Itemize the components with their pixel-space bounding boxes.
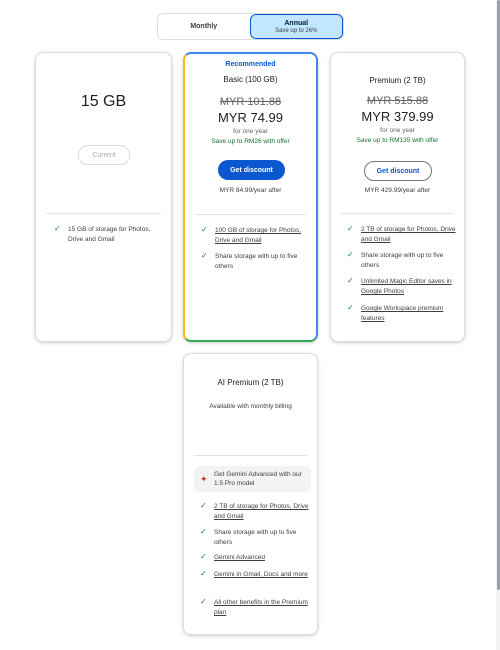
feature-link[interactable]: 100 GB of storage for Photos, Drive and …: [215, 226, 311, 246]
feature-item: ✓ 2 TB of storage for Photos, Drive and …: [200, 501, 312, 522]
feature-item: ✓ Gemini Advanced: [200, 552, 312, 563]
feature-item: ✓ Share storage with up to five others: [347, 250, 459, 271]
feature-item: ✓ 100 GB of storage for Photos, Drive an…: [201, 225, 311, 246]
feature-text: Share storage with up to five others: [361, 252, 444, 270]
after-price-text: MYR 429.99/year after: [364, 187, 431, 194]
divider: [341, 213, 454, 214]
toggle-annual-sublabel: Save up to 26%: [275, 27, 318, 34]
check-icon: ✓: [347, 276, 354, 285]
toggle-monthly-label: Monthly: [190, 23, 218, 30]
savings-text: Save up to RM135 with offer: [356, 137, 439, 144]
feature-link[interactable]: All other benefits in the Premium plan: [214, 598, 312, 618]
check-icon: ✓: [347, 250, 354, 259]
check-icon: ✓: [54, 224, 61, 233]
gemini-highlight: ✦ Get Gemini Advanced with our 1.5 Pro m…: [194, 466, 311, 492]
plan-card-premium: Premium (2 TB) MYR 515.88 MYR 379.99 for…: [330, 52, 465, 342]
price-period: for one year: [233, 128, 268, 135]
feature-link[interactable]: 2 TB of storage for Photos, Drive and Gm…: [214, 502, 312, 522]
plan-card-ai-premium: AI Premium (2 TB) Available with monthly…: [183, 353, 318, 635]
scrollbar[interactable]: [496, 0, 500, 650]
check-icon: ✓: [200, 501, 207, 510]
toggle-annual[interactable]: Annual Save up to 26%: [249, 14, 343, 39]
plan-card-15gb: 15 GB Current ✓ 15 GB of storage for Pho…: [35, 52, 172, 342]
check-icon: ✓: [200, 597, 207, 606]
check-icon: ✓: [347, 303, 354, 312]
feature-item: ✓ Share storage with up to five others: [200, 527, 312, 548]
feature-link[interactable]: Google Workspace premium features: [361, 304, 459, 324]
recommended-badge: Recommended: [225, 61, 276, 68]
check-icon: ✓: [201, 251, 208, 260]
savings-text: Save up to RM26 with offer: [211, 138, 290, 145]
feature-item: ✓ 2 TB of storage for Photos, Drive and …: [347, 224, 459, 245]
check-icon: ✓: [347, 224, 354, 233]
feature-item: ✓ Unlimited Magic Editor saves in Google…: [347, 276, 459, 297]
get-discount-button[interactable]: Get discount: [218, 160, 285, 180]
original-price: MYR 101.88: [219, 96, 282, 108]
plan-title: Premium (2 TB): [369, 76, 426, 85]
discounted-price: MYR 379.99: [361, 109, 434, 124]
gemini-highlight-text: Get Gemini Advanced with our 1.5 Pro mod…: [214, 470, 302, 487]
toggle-monthly[interactable]: Monthly: [158, 14, 250, 39]
check-icon: ✓: [200, 552, 207, 561]
feature-text: Share storage with up to five others: [215, 253, 298, 271]
after-price-text: MYR 84.99/year after: [219, 187, 282, 194]
feature-link[interactable]: Gemini Advanced: [214, 553, 265, 563]
feature-link[interactable]: Unlimited Magic Editor saves in Google P…: [361, 277, 459, 297]
plan-title: Basic (100 GB): [223, 75, 278, 84]
feature-link[interactable]: 2 TB of storage for Photos, Drive and Gm…: [361, 225, 459, 245]
discounted-price: MYR 74.99: [217, 110, 284, 125]
divider: [46, 213, 161, 214]
feature-item: ✓ Gemini in Gmail, Docs and more: [200, 569, 312, 580]
divider: [195, 214, 306, 215]
original-price: MYR 515.88: [366, 95, 429, 107]
plan-card-basic: Recommended Basic (100 GB) MYR 101.88 MY…: [183, 52, 318, 342]
availability-note: Available with monthly billing: [209, 403, 292, 410]
check-icon: ✓: [200, 527, 207, 536]
plan-title: AI Premium (2 TB): [217, 378, 284, 387]
feature-link[interactable]: Gemini in Gmail, Docs and more: [214, 570, 308, 580]
check-icon: ✓: [201, 225, 208, 234]
feature-item: ✓ Google Workspace premium features: [347, 303, 459, 324]
gemini-spark-icon: ✦: [200, 473, 208, 484]
feature-item: ✓ Share storage with up to five others: [201, 251, 311, 272]
price-period: for one year: [380, 127, 415, 134]
billing-toggle[interactable]: Monthly Annual Save up to 26%: [157, 13, 344, 40]
plan-title: 15 GB: [80, 93, 127, 110]
feature-text: Share storage with up to five others: [214, 529, 297, 547]
toggle-annual-label: Annual: [284, 19, 309, 27]
divider: [194, 455, 307, 456]
check-icon: ✓: [200, 569, 207, 578]
get-discount-button[interactable]: Get discount: [364, 161, 432, 181]
current-plan-button[interactable]: Current: [78, 145, 130, 165]
feature-item: ✓ 15 GB of storage for Photos, Drive and…: [54, 224, 164, 245]
feature-text: 15 GB of storage for Photos, Drive and G…: [68, 226, 151, 244]
feature-item: ✓ All other benefits in the Premium plan: [200, 597, 312, 618]
